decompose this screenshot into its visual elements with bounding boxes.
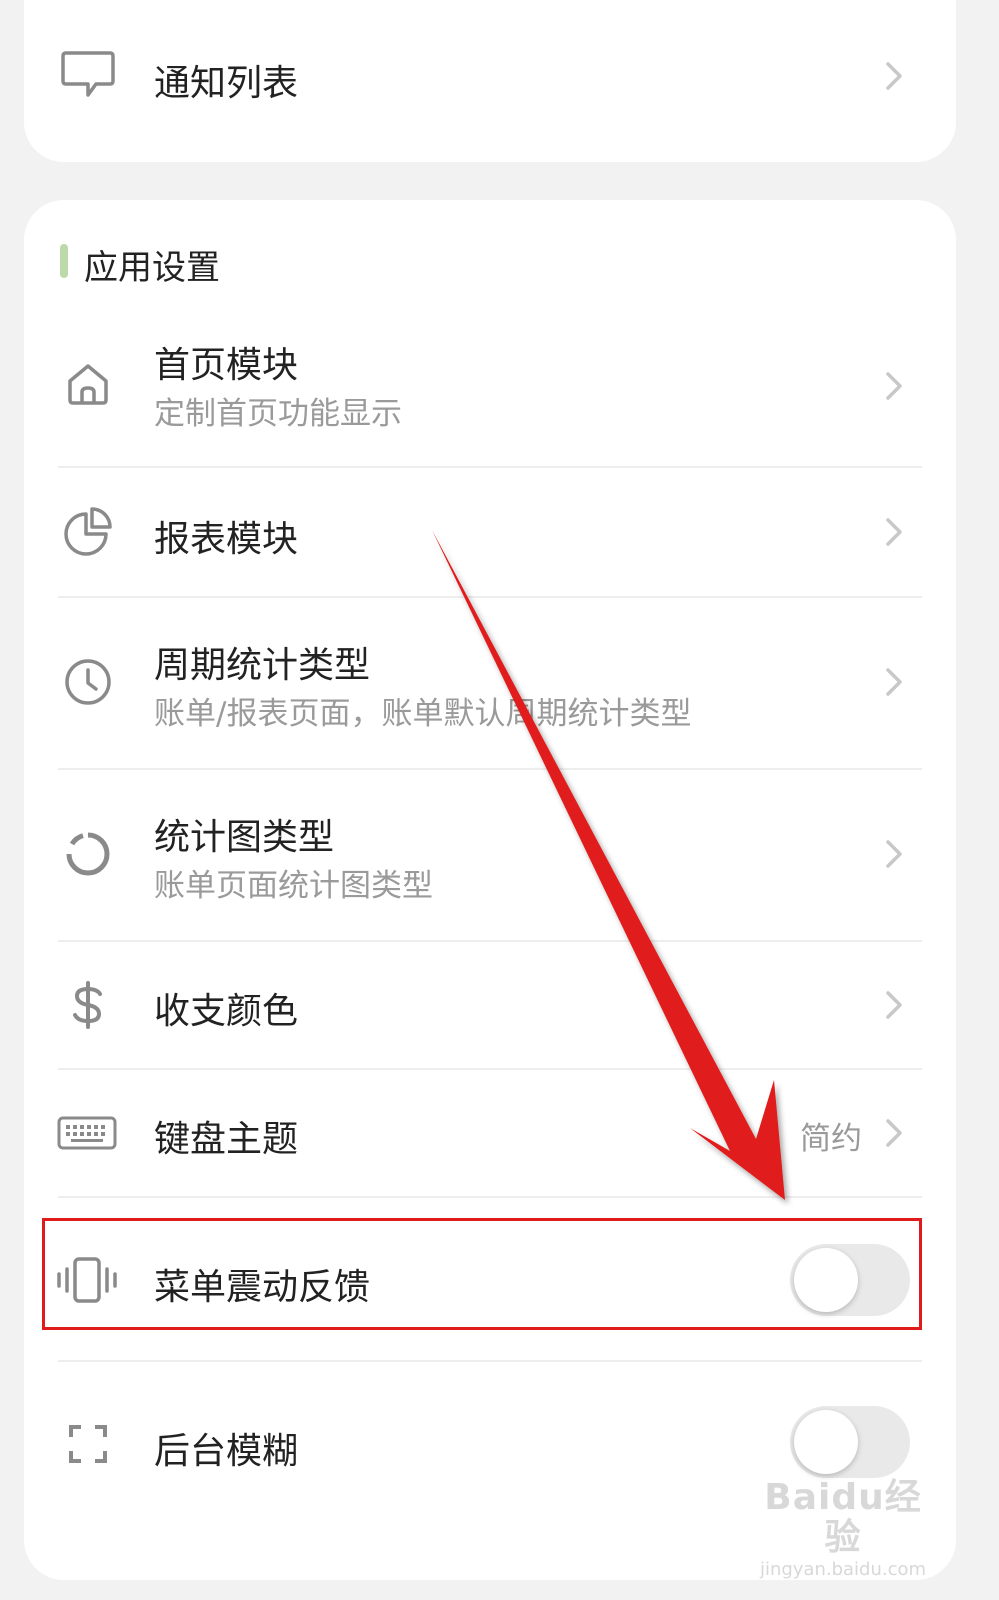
divider xyxy=(58,1196,922,1198)
settings-item-notification-list[interactable]: 通知列表 xyxy=(24,0,956,150)
settings-item-title: 统计图类型 xyxy=(154,817,335,858)
dollar-icon xyxy=(58,975,118,1035)
settings-item-title: 报表模块 xyxy=(154,519,299,560)
annotation-highlight-box xyxy=(42,1218,922,1330)
settings-item-title: 通知列表 xyxy=(154,63,299,104)
settings-item-report-module[interactable]: 报表模块 xyxy=(24,468,956,596)
message-bubble-icon xyxy=(58,45,118,105)
settings-item-subtitle: 账单/报表页面，账单默认周期统计类型 xyxy=(154,696,692,732)
settings-item-chart-type[interactable]: 统计图类型 账单页面统计图类型 xyxy=(24,770,956,940)
settings-item-title: 收支颜色 xyxy=(154,991,299,1032)
settings-item-income-expense-color[interactable]: 收支颜色 xyxy=(24,942,956,1068)
clock-icon xyxy=(58,652,118,712)
settings-item-subtitle: 账单页面统计图类型 xyxy=(154,868,433,904)
watermark-url: jingyan.baidu.com xyxy=(759,1559,927,1580)
donut-chart-icon xyxy=(58,824,118,884)
settings-item-period-type[interactable]: 周期统计类型 账单/报表页面，账单默认周期统计类型 xyxy=(24,598,956,768)
watermark: Baidu经验 jingyan.baidu.com xyxy=(748,1478,938,1581)
chevron-right-icon xyxy=(886,991,902,1019)
keyboard-icon xyxy=(54,1103,120,1163)
fullscreen-icon xyxy=(58,1414,118,1474)
background-blur-toggle[interactable] xyxy=(790,1406,910,1478)
settings-item-title: 后台模糊 xyxy=(154,1431,299,1472)
settings-item-title: 首页模块 xyxy=(154,345,299,386)
settings-item-home-module[interactable]: 首页模块 定制首页功能显示 xyxy=(24,310,956,466)
settings-item-keyboard-theme[interactable]: 键盘主题 简约 xyxy=(24,1070,956,1196)
settings-item-title: 键盘主题 xyxy=(154,1119,299,1160)
chevron-right-icon xyxy=(886,840,902,868)
settings-item-title: 周期统计类型 xyxy=(154,645,371,686)
watermark-main: Baidu经验 xyxy=(764,1477,922,1558)
toggle-knob xyxy=(794,1410,858,1474)
chevron-right-icon xyxy=(886,62,902,90)
section-accent-bar xyxy=(60,244,68,278)
chevron-right-icon xyxy=(886,518,902,546)
notification-card: 通知列表 xyxy=(24,0,956,162)
section-title: 应用设置 xyxy=(84,248,220,288)
chevron-right-icon xyxy=(886,372,902,400)
settings-item-subtitle: 定制首页功能显示 xyxy=(154,396,402,432)
app-settings-card: 应用设置 首页模块 定制首页功能显示 报表模块 周期统计类型 账单/报表页面，账… xyxy=(24,200,956,1580)
home-icon xyxy=(58,354,118,414)
keyboard-theme-value: 简约 xyxy=(800,1121,862,1157)
chevron-right-icon xyxy=(886,668,902,696)
chevron-right-icon xyxy=(886,1119,902,1147)
pie-chart-icon xyxy=(58,502,118,562)
